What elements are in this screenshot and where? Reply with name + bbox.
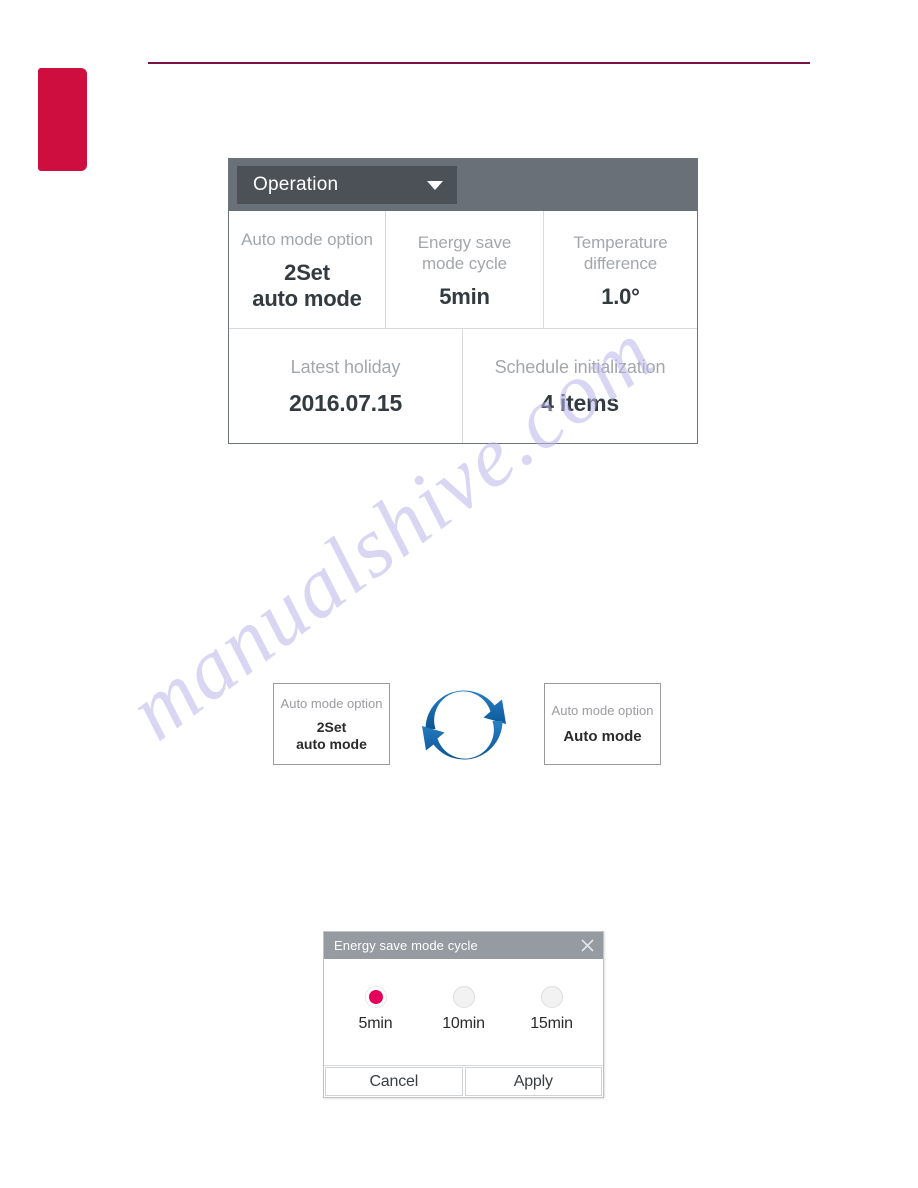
settings-row-top: Auto mode option 2Set auto mode Energy s…	[229, 211, 697, 329]
cell-auto-mode-option[interactable]: Auto mode option 2Set auto mode	[229, 211, 385, 328]
operation-dropdown-label: Operation	[253, 174, 339, 195]
cycle-box-label: Auto mode option	[280, 695, 383, 711]
radio-option-15min[interactable]: 15min	[524, 985, 580, 1033]
dialog-footer: Cancel Apply	[324, 1065, 603, 1097]
page-root: manualshive.com Operation Auto mode opti…	[0, 0, 918, 1188]
radio-dot-icon	[364, 985, 387, 1008]
cell-value: 2Set auto mode	[252, 260, 362, 311]
cell-schedule-initialization[interactable]: Schedule initialization 4 items	[462, 329, 697, 443]
radio-dot-icon	[540, 985, 563, 1008]
cycle-box-2set-auto-mode: Auto mode option 2Set auto mode	[273, 683, 390, 765]
dialog-titlebar: Energy save mode cycle	[324, 932, 603, 959]
cell-value: 4 items	[541, 389, 619, 416]
radio-option-label: 15min	[530, 1014, 573, 1032]
cell-value: 5min	[439, 283, 490, 309]
cell-label: Auto mode option	[241, 230, 373, 249]
cancel-button[interactable]: Cancel	[325, 1067, 463, 1096]
cell-latest-holiday[interactable]: Latest holiday 2016.07.15	[229, 329, 462, 443]
cell-label: Energy save mode cycle	[417, 232, 512, 273]
dialog-body: 5min 10min 15min	[324, 959, 603, 1065]
cell-label: Latest holiday	[290, 356, 401, 377]
auto-mode-cycle-diagram: Auto mode option 2Set auto mode Auto mod…	[273, 683, 661, 767]
header-rule	[148, 62, 810, 64]
cycle-box-value: Auto mode	[563, 728, 642, 745]
radio-option-5min[interactable]: 5min	[348, 985, 404, 1033]
panel-header: Operation	[229, 159, 697, 211]
apply-button[interactable]: Apply	[464, 1067, 602, 1096]
chapter-side-tab	[38, 68, 87, 171]
settings-row-bottom: Latest holiday 2016.07.15 Schedule initi…	[229, 329, 697, 443]
cell-energy-save-mode-cycle[interactable]: Energy save mode cycle 5min	[385, 211, 543, 328]
close-icon[interactable]	[578, 936, 597, 955]
cell-value: 1.0°	[601, 283, 640, 309]
cell-temperature-difference[interactable]: Temperature difference 1.0°	[543, 211, 697, 328]
radio-option-label: 10min	[442, 1014, 485, 1032]
dialog-title: Energy save mode cycle	[334, 938, 478, 953]
cell-value: 2016.07.15	[288, 389, 403, 416]
operation-dropdown[interactable]: Operation	[237, 166, 457, 204]
cycle-box-label: Auto mode option	[551, 703, 654, 718]
radio-dot-icon	[452, 985, 475, 1008]
cell-label: Schedule initialization	[494, 356, 666, 377]
chevron-down-icon	[427, 180, 443, 190]
radio-option-label: 5min	[358, 1014, 393, 1032]
radio-option-10min[interactable]: 10min	[436, 985, 492, 1033]
cell-label: Temperature difference	[573, 232, 668, 273]
device-settings-panel: Operation Auto mode option 2Set auto mod…	[228, 158, 698, 444]
cycle-arrows-icon	[422, 690, 506, 760]
energy-save-mode-cycle-dialog: Energy save mode cycle 5min 10min 15min	[323, 931, 604, 1098]
cycle-box-auto-mode: Auto mode option Auto mode	[544, 683, 661, 765]
cycle-box-value: 2Set auto mode	[296, 718, 367, 752]
